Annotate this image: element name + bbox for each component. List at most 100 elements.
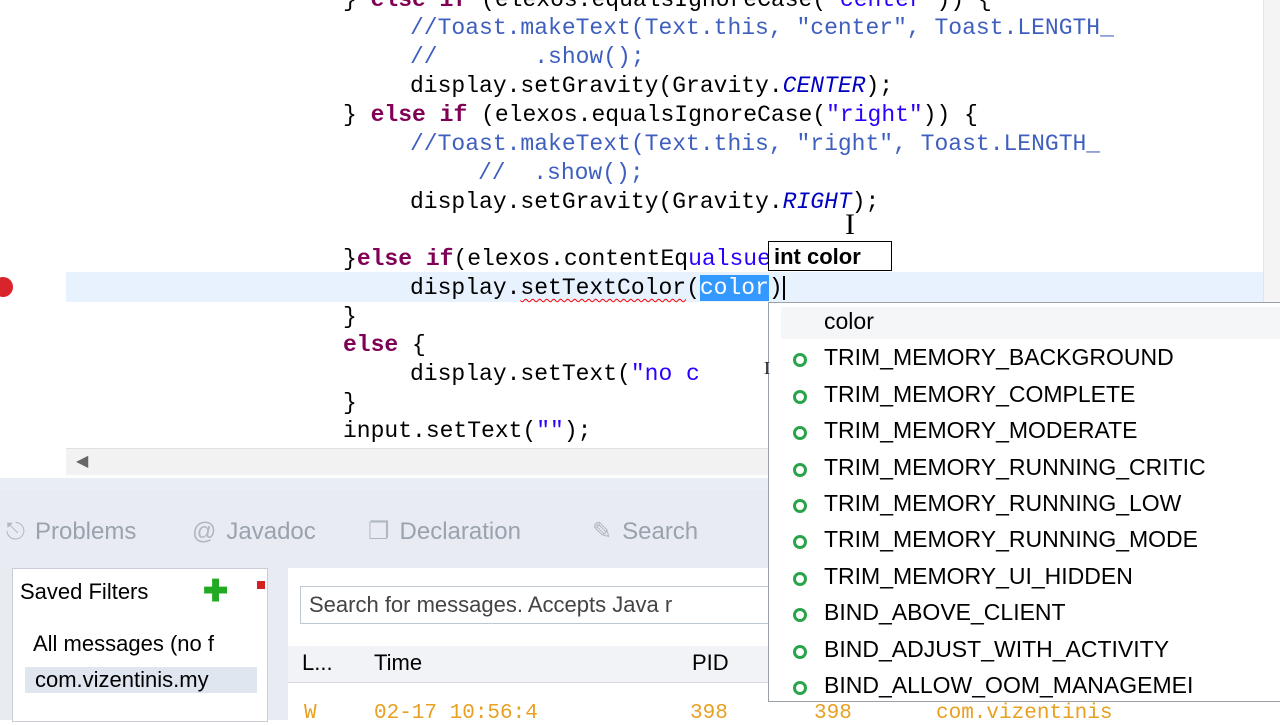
code-line[interactable]: } xyxy=(343,389,357,418)
code-line[interactable]: // .show(); xyxy=(478,159,644,188)
code-token: input.setText( xyxy=(343,418,537,444)
code-token: "right" xyxy=(826,102,923,128)
log-level: W xyxy=(304,702,317,725)
code-line[interactable]: input.setText(""); xyxy=(343,417,591,446)
code-token: else xyxy=(370,102,426,128)
code-token: } xyxy=(343,390,357,416)
code-token: else xyxy=(356,246,413,272)
tab-declaration[interactable]: ❐ Declaration xyxy=(368,510,521,550)
code-token: } xyxy=(343,102,371,128)
code-token: display. xyxy=(410,275,521,301)
text-cursor-icon: I xyxy=(845,208,855,241)
tab-label: Declaration xyxy=(399,518,521,545)
code-token: display.setGravity(Gravity. xyxy=(410,189,783,215)
code-line[interactable]: } xyxy=(343,303,357,332)
code-token: } xyxy=(343,246,357,272)
assist-item[interactable]: TRIM_MEMORY_RUNNING_CRITIC xyxy=(769,451,1280,487)
log-tid: 398 xyxy=(814,702,852,725)
code-line[interactable]: display.setGravity(Gravity.CENTER); xyxy=(410,72,893,101)
log-time: 02-17 10:56:4 xyxy=(374,702,538,725)
log-search-input[interactable] xyxy=(300,586,820,624)
filter-all-messages[interactable]: All messages (no f xyxy=(33,631,265,657)
assist-item-label: BIND_ABOVE_CLIENT xyxy=(824,599,1066,626)
code-token: ); xyxy=(851,189,880,215)
code-line[interactable]: else { xyxy=(343,331,426,360)
column-pid[interactable]: PID xyxy=(692,650,729,676)
code-line[interactable]: } else if (elexos.equalsIgnoreCase("cent… xyxy=(343,0,992,15)
tab-label: Javadoc xyxy=(226,518,316,545)
assist-item[interactable]: BIND_ABOVE_CLIENT xyxy=(769,596,1280,632)
code-token: { xyxy=(398,332,426,358)
assist-item[interactable]: TRIM_MEMORY_RUNNING_LOW xyxy=(769,487,1280,523)
assist-item-label: TRIM_MEMORY_MODERATE xyxy=(824,417,1138,444)
saved-filters-title: Saved Filters xyxy=(20,579,149,604)
assist-item-label: TRIM_MEMORY_RUNNING_CRITIC xyxy=(824,453,1206,480)
code-token: //Toast.makeText(Text.this, "right", Toa… xyxy=(410,131,1101,157)
mouse-cursor-icon: I xyxy=(764,358,770,378)
remove-filter-icon[interactable] xyxy=(257,581,265,589)
code-token: //Toast.makeText(Text.this, "center", To… xyxy=(410,15,1114,41)
column-level[interactable]: L... xyxy=(302,650,333,676)
code-token: // .show(); xyxy=(410,44,645,70)
saved-filters-pane: Saved Filters ✚ All messages (no f com.v… xyxy=(12,568,268,722)
tab-search[interactable]: ✎ Search xyxy=(592,510,698,550)
assist-item[interactable]: color xyxy=(769,305,1280,341)
code-line[interactable]: }else if(elexos.contentEqualsue"))){ xyxy=(343,245,840,274)
code-token: if xyxy=(439,0,468,13)
code-token: ) xyxy=(768,275,783,301)
code-line[interactable]: display.setGravity(Gravity.RIGHT); xyxy=(410,188,879,217)
field-icon xyxy=(793,389,807,404)
assist-item-label: TRIM_MEMORY_RUNNING_LOW xyxy=(824,490,1182,516)
parameter-hint-tooltip: int color xyxy=(768,241,892,271)
field-icon xyxy=(793,681,807,695)
tab-label: Search xyxy=(622,518,699,545)
text-caret xyxy=(782,275,785,300)
field-icon xyxy=(793,499,807,513)
assist-item[interactable]: TRIM_MEMORY_UI_HIDDEN xyxy=(769,560,1280,596)
assist-item[interactable]: TRIM_MEMORY_BACKGROUND xyxy=(769,341,1280,377)
code-token: display.setGravity(Gravity. xyxy=(410,73,783,99)
assist-item-label: TRIM_MEMORY_RUNNING_MODE xyxy=(824,526,1198,553)
code-token: } xyxy=(343,0,371,13)
selected-text: color xyxy=(699,275,769,301)
code-token: } xyxy=(343,304,357,330)
assist-item[interactable]: BIND_ADJUST_WITH_ACTIVITY xyxy=(769,633,1280,669)
assist-item[interactable]: TRIM_MEMORY_RUNNING_MODE xyxy=(769,523,1280,559)
code-token: (elexos.equalsIgnoreCase( xyxy=(467,102,827,128)
filter-app[interactable]: com.vizentinis.my xyxy=(25,667,257,693)
scroll-left-icon[interactable]: ◀ xyxy=(76,451,88,471)
code-token: (elexos.equalsIgnoreCase( xyxy=(467,0,827,13)
tab-problems[interactable]: ⎋ Problems xyxy=(6,510,136,550)
code-line[interactable]: display.setTextColor(color) xyxy=(410,274,785,303)
assist-item[interactable]: TRIM_MEMORY_COMPLETE xyxy=(769,378,1280,414)
code-token: else xyxy=(370,0,426,13)
tab-javadoc[interactable]: @ Javadoc xyxy=(192,510,316,550)
content-assist-popup[interactable]: color TRIM_MEMORY_BACKGROUND TRIM_MEMORY_C… xyxy=(768,302,1280,702)
code-line[interactable]: } else if (elexos.equalsIgnoreCase("righ… xyxy=(343,101,978,130)
assist-item[interactable]: BIND_ALLOW_OOM_MANAGEMEI xyxy=(769,669,1280,701)
tab-label: Problems xyxy=(34,518,137,545)
code-line[interactable]: //Toast.makeText(Text.this, "center", To… xyxy=(410,14,1114,43)
editor-gutter xyxy=(0,0,40,478)
code-token: )) { xyxy=(922,102,978,128)
log-app: com.vizentinis xyxy=(936,702,1113,725)
assist-item-label: TRIM_MEMORY_UI_HIDDEN xyxy=(824,562,1133,589)
code-token: if xyxy=(439,102,468,128)
code-token: // .show(); xyxy=(478,160,644,186)
code-line[interactable]: display.setText("no c xyxy=(410,360,700,389)
code-line[interactable]: // .show(); xyxy=(410,43,645,72)
log-row[interactable]: W 02-17 10:56:4 398 398 com.vizentinis xyxy=(288,702,1280,725)
assist-item[interactable]: TRIM_MEMORY_MODERATE xyxy=(769,414,1280,450)
code-token: ); xyxy=(563,418,592,444)
declaration-icon: ❐ xyxy=(368,518,390,545)
add-filter-icon[interactable]: ✚ xyxy=(203,577,228,607)
code-token: "no c xyxy=(630,361,700,387)
column-time[interactable]: Time xyxy=(374,650,422,676)
field-icon xyxy=(793,571,807,586)
code-token: ( xyxy=(686,275,700,301)
problems-icon: ⎋ xyxy=(6,518,25,545)
code-line[interactable]: //Toast.makeText(Text.this, "right", Toa… xyxy=(410,130,1100,159)
